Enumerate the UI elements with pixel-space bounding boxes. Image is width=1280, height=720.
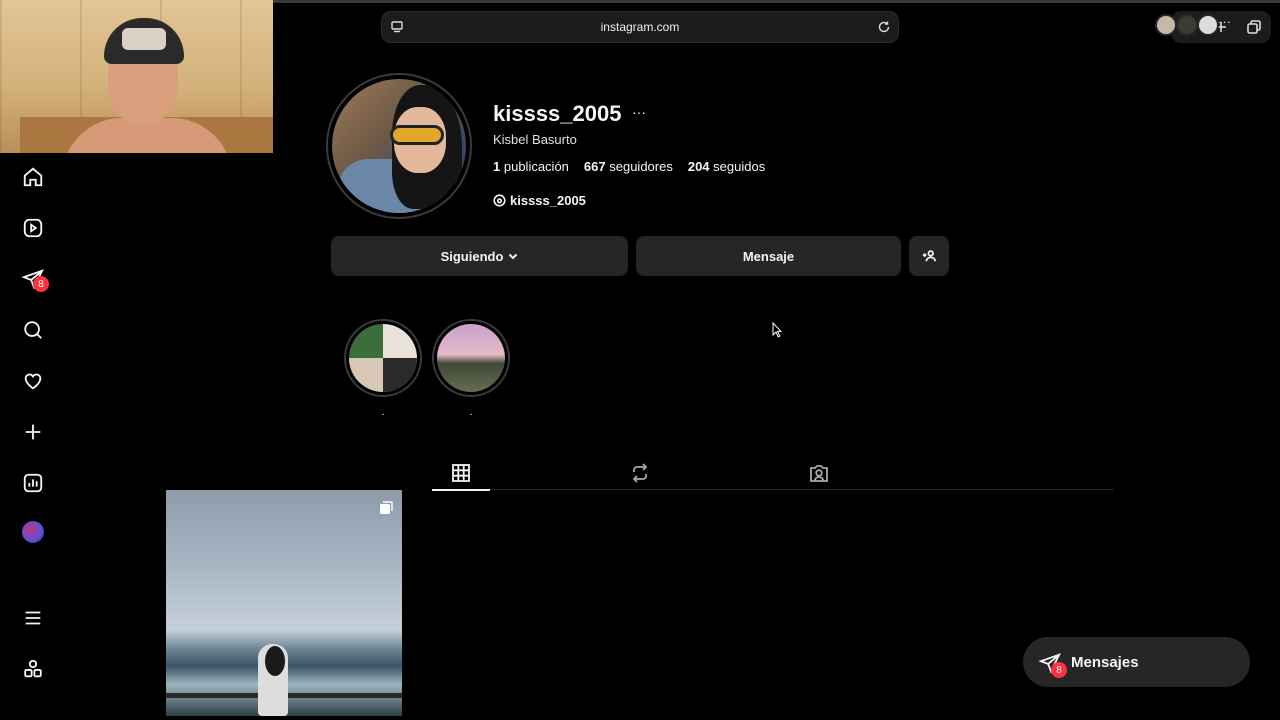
meta-ai-icon[interactable]	[22, 521, 44, 543]
profile-full-name: Kisbel Basurto	[493, 132, 577, 147]
sidebar-item-home[interactable]	[18, 162, 48, 192]
threads-link[interactable]: kissss_2005	[493, 193, 586, 208]
sidebar-item-create[interactable]	[18, 417, 48, 447]
tabs-overview-icon[interactable]	[1246, 19, 1262, 35]
profile-options-icon[interactable]: ···	[632, 104, 646, 120]
highlight-label: .	[381, 406, 385, 418]
followers-label: seguidores	[609, 159, 673, 174]
following-label: seguidos	[713, 159, 766, 174]
messages-unread-badge: 8	[1051, 662, 1067, 678]
threads-handle: kissss_2005	[510, 193, 586, 208]
tab-posts[interactable]	[432, 456, 490, 491]
message-button-label: Mensaje	[742, 248, 795, 264]
following-count: 204	[687, 159, 710, 174]
profile-avatar[interactable]	[326, 73, 472, 219]
followers-stat[interactable]: 667 seguidores	[584, 159, 673, 174]
avatar	[1197, 14, 1219, 36]
dashboard-icon	[23, 473, 43, 493]
sidebar-item-reels[interactable]	[18, 213, 48, 243]
carousel-icon	[380, 501, 393, 514]
tagged-icon	[810, 465, 828, 482]
heart-icon	[24, 373, 42, 390]
url-text: instagram.com	[600, 20, 680, 34]
sidebar-item-dashboard[interactable]	[18, 468, 48, 498]
message-button[interactable]: Mensaje	[636, 236, 901, 276]
highlight-label: .	[469, 406, 473, 418]
profile-stats: 1 publicación 667 seguidores 204 seguido…	[493, 159, 765, 174]
home-icon	[23, 167, 43, 187]
webcam-overlay	[0, 0, 273, 153]
following-button[interactable]: Siguiendo	[331, 236, 628, 276]
messages-pill[interactable]: 8 Mensajes	[1023, 637, 1250, 687]
posts-stat: 1 publicación	[493, 159, 569, 174]
photo-sunglasses	[390, 125, 444, 145]
followers-count: 667	[583, 159, 606, 174]
chevron-down-icon	[509, 253, 518, 260]
menu-icon	[25, 611, 41, 625]
search-icon	[24, 321, 42, 339]
sidebar-item-more[interactable]	[18, 603, 48, 633]
story-highlight-2[interactable]	[432, 319, 510, 397]
avatar	[1155, 14, 1177, 36]
profile-username: kissss_2005	[493, 101, 622, 126]
tab-tagged[interactable]	[790, 456, 848, 490]
posts-count: 1	[493, 159, 501, 174]
grid-icon	[452, 464, 470, 482]
following-stat[interactable]: 204 seguidos	[688, 159, 765, 174]
suggested-accounts-button[interactable]	[909, 236, 949, 276]
post-thumbnail[interactable]	[166, 490, 402, 716]
add-person-icon	[922, 250, 936, 262]
repost-icon	[632, 463, 648, 483]
plus-icon	[25, 424, 41, 440]
sidebar-item-search[interactable]	[18, 315, 48, 345]
messages-label: Mensajes	[1071, 654, 1139, 671]
tabs-divider	[432, 489, 1114, 490]
tab-reposts[interactable]	[611, 456, 669, 490]
reels-icon	[23, 218, 43, 238]
highlight-cover	[349, 324, 417, 392]
more-conversations-icon: ···	[1218, 14, 1231, 29]
address-bar[interactable]: instagram.com	[381, 11, 899, 43]
avatar	[1176, 14, 1198, 36]
posts-label: publicación	[503, 159, 569, 174]
following-button-label: Siguiendo	[440, 248, 504, 264]
apps-icon	[24, 659, 42, 678]
sidebar-item-apps[interactable]	[18, 654, 48, 684]
reload-icon[interactable]	[876, 19, 892, 35]
webcam-cap-patch	[122, 28, 166, 50]
post-person-hair	[265, 646, 285, 676]
threads-icon	[493, 194, 506, 207]
mouse-cursor-icon	[772, 322, 782, 338]
direct-unread-badge: 8	[33, 276, 49, 292]
profile-photo	[332, 79, 466, 213]
highlight-cover	[437, 324, 505, 392]
story-highlight-1[interactable]	[344, 319, 422, 397]
sidebar-item-notifications[interactable]	[18, 366, 48, 396]
